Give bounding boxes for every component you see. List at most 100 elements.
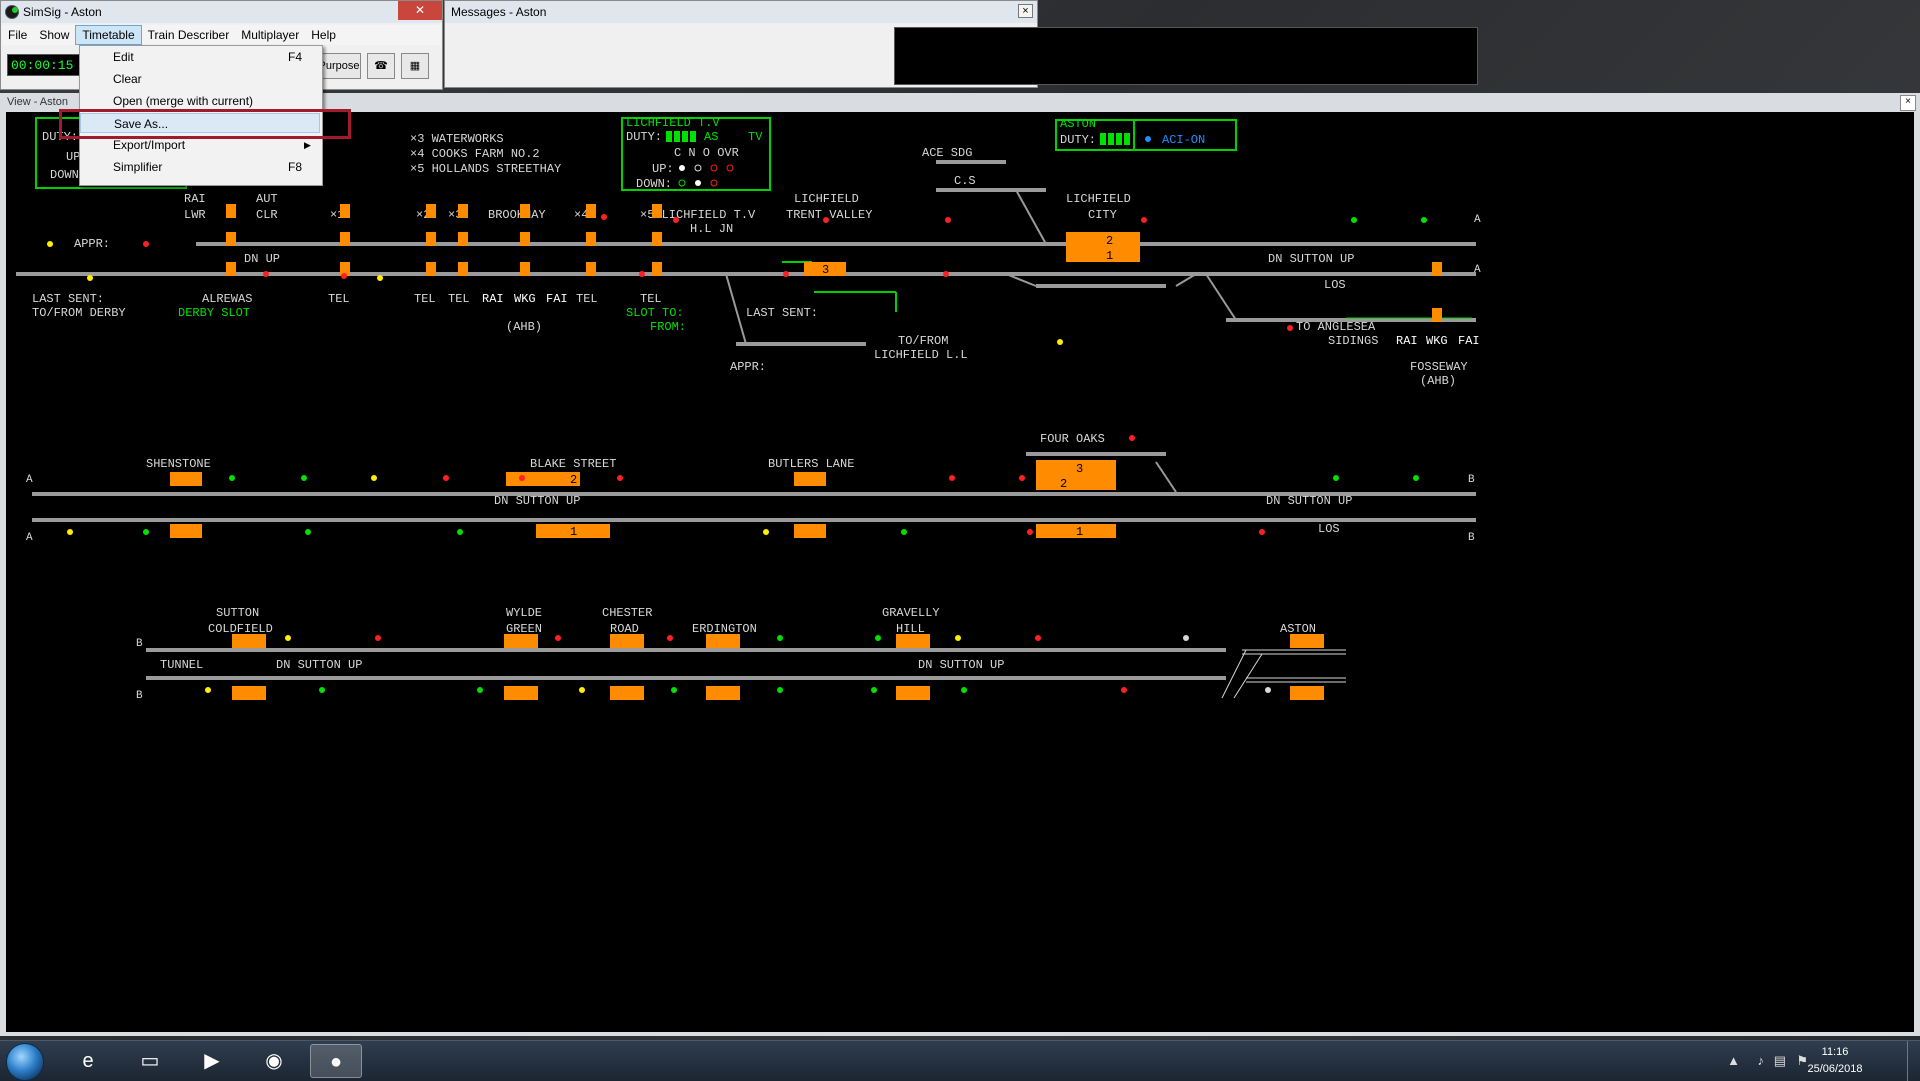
highlight-annotation: [59, 109, 351, 139]
lichfield-tv-box: LICHFIELD T.V DUTY: AS TV C N O OVR UP: …: [621, 116, 771, 191]
svg-text:LICHFIELD L.L: LICHFIELD L.L: [874, 348, 968, 362]
menu-train-describer[interactable]: Train Describer: [142, 25, 236, 45]
svg-text:DN SUTTON UP: DN SUTTON UP: [276, 658, 362, 672]
menu-file[interactable]: File: [2, 25, 33, 45]
svg-text:LAST SENT:: LAST SENT:: [746, 306, 818, 320]
view-close-button[interactable]: ×: [1900, 95, 1916, 111]
svg-text:DN SUTTON UP: DN SUTTON UP: [1266, 494, 1352, 508]
svg-text:ALREWAS: ALREWAS: [202, 292, 252, 306]
svg-text:×5 HOLLANDS STREETHAY: ×5 HOLLANDS STREETHAY: [410, 162, 561, 176]
ltv-tv: TV: [748, 130, 763, 144]
menu-item-open-merge[interactable]: Open (merge with current): [80, 91, 320, 111]
svg-text:TO ANGLESEA: TO ANGLESEA: [1296, 320, 1376, 334]
svg-text:B: B: [136, 638, 143, 650]
menu-item-clear[interactable]: Clear: [80, 69, 320, 89]
menu-bar: File Show Timetable Train Describer Multipla…: [2, 25, 441, 45]
aston-duty: DUTY:: [1060, 133, 1096, 147]
tray-arrow-icon[interactable]: ▲: [1727, 1053, 1740, 1068]
svg-text:APPR:: APPR:: [730, 360, 766, 374]
main-title-bar[interactable]: SimSig - Aston ✕: [1, 1, 442, 23]
ie-icon[interactable]: e: [62, 1044, 114, 1078]
telephone-button[interactable]: ☎: [367, 53, 395, 79]
svg-text:B: B: [136, 690, 143, 702]
svg-text:LICHFIELD: LICHFIELD: [794, 192, 859, 206]
firefox-icon[interactable]: ◉: [248, 1044, 300, 1078]
svg-text:ACE SDG: ACE SDG: [922, 146, 972, 160]
svg-text:1: 1: [1076, 525, 1083, 539]
simsig-icon[interactable]: ●: [310, 1044, 362, 1078]
media-icon[interactable]: ▶: [186, 1044, 238, 1078]
svg-text:×4 COOKS FARM NO.2: ×4 COOKS FARM NO.2: [410, 147, 540, 161]
volume-icon[interactable]: ♪: [1758, 1053, 1765, 1068]
svg-text:SIDINGS: SIDINGS: [1328, 334, 1378, 348]
svg-text:BROOKHAY: BROOKHAY: [488, 208, 546, 222]
svg-text:BUTLERS LANE: BUTLERS LANE: [768, 457, 854, 471]
svg-text:AUT: AUT: [256, 192, 278, 206]
messages-title-bar[interactable]: Messages - Aston ×: [445, 1, 1037, 23]
printer-icon: ▦: [409, 60, 421, 72]
svg-text:WKG: WKG: [514, 292, 536, 306]
print-button[interactable]: ▦: [401, 53, 429, 79]
tray-date: 25/06/2018: [1807, 1063, 1863, 1075]
svg-text:(AHB): (AHB): [1420, 374, 1456, 388]
svg-text:DN SUTTON UP: DN SUTTON UP: [494, 494, 580, 508]
menu-item-edit[interactable]: Edit F4: [80, 47, 320, 67]
svg-text:WYLDE: WYLDE: [506, 606, 542, 620]
menu-multiplayer[interactable]: Multiplayer: [235, 25, 305, 45]
lichfield-tv-title: LICHFIELD T.V: [626, 116, 720, 130]
explorer-icon[interactable]: ▭: [124, 1044, 176, 1078]
svg-text:3: 3: [822, 263, 829, 277]
messages-close-button[interactable]: ×: [1018, 4, 1033, 18]
svg-text:DERBY SLOT: DERBY SLOT: [178, 306, 250, 320]
svg-text:GRAVELLY: GRAVELLY: [882, 606, 940, 620]
svg-text:HILL: HILL: [896, 622, 925, 636]
svg-text:SUTTON: SUTTON: [216, 606, 259, 620]
menu-show[interactable]: Show: [33, 25, 75, 45]
tray-time: 11:16: [1821, 1046, 1849, 1058]
svg-text:A: A: [26, 474, 33, 486]
ltv-duty: DUTY:: [626, 130, 662, 144]
svg-text:2: 2: [570, 473, 577, 487]
svg-text:C.S: C.S: [954, 174, 976, 188]
svg-text:CHESTER: CHESTER: [602, 606, 652, 620]
start-button[interactable]: [6, 1043, 44, 1081]
panel-diagram[interactable]: DUTY: UP: DOWN: LICHFIELD T.V DUTY: AS T…: [6, 112, 1914, 1032]
network-icon[interactable]: ▤: [1774, 1053, 1786, 1069]
main-title: SimSig - Aston: [23, 5, 102, 19]
svg-text:GREEN: GREEN: [506, 622, 542, 636]
svg-text:FOUR OAKS: FOUR OAKS: [1040, 432, 1105, 446]
svg-text:TUNNEL: TUNNEL: [160, 658, 203, 672]
svg-text:LICHFIELD: LICHFIELD: [1066, 192, 1131, 206]
svg-text:A: A: [1474, 214, 1481, 226]
ltv-down: DOWN:: [636, 177, 672, 191]
messages-title: Messages - Aston: [451, 5, 547, 19]
svg-text:TEL: TEL: [576, 292, 598, 306]
aston-box: ASTON DUTY: ACI-ON: [1055, 117, 1237, 151]
berths: [170, 204, 1442, 700]
svg-text:DN UP: DN UP: [244, 252, 280, 266]
svg-text:FAI: FAI: [1458, 334, 1480, 348]
svg-text:(AHB): (AHB): [506, 320, 542, 334]
ltv-as: AS: [704, 130, 718, 144]
menu-timetable[interactable]: Timetable: [75, 25, 142, 45]
svg-text:RAI: RAI: [1396, 334, 1418, 348]
svg-text:TO/FROM: TO/FROM: [898, 334, 948, 348]
show-desktop-button[interactable]: [1907, 1041, 1920, 1081]
menu-help[interactable]: Help: [305, 25, 342, 45]
svg-text:DN SUTTON UP: DN SUTTON UP: [918, 658, 1004, 672]
svg-text:RAI: RAI: [184, 192, 206, 206]
svg-text:CITY: CITY: [1088, 208, 1117, 222]
svg-text:FAI: FAI: [546, 292, 568, 306]
svg-text:APPR:: APPR:: [74, 237, 110, 251]
close-button[interactable]: ✕: [398, 1, 442, 20]
svg-text:SLOT TO:: SLOT TO:: [626, 306, 684, 320]
svg-text:A: A: [1474, 264, 1481, 276]
messages-list[interactable]: [894, 27, 1478, 85]
svg-text:FROM:: FROM:: [650, 320, 686, 334]
svg-text:WKG: WKG: [1426, 334, 1448, 348]
purpose-button[interactable]: Purpose: [317, 53, 361, 79]
svg-text:A: A: [26, 532, 33, 544]
menu-item-simplifier[interactable]: Simplifier F8: [80, 157, 320, 177]
signalling-panel[interactable]: DUTY: UP: DOWN: LICHFIELD T.V DUTY: AS T…: [6, 112, 1914, 1032]
aci-on: ACI-ON: [1162, 133, 1205, 147]
